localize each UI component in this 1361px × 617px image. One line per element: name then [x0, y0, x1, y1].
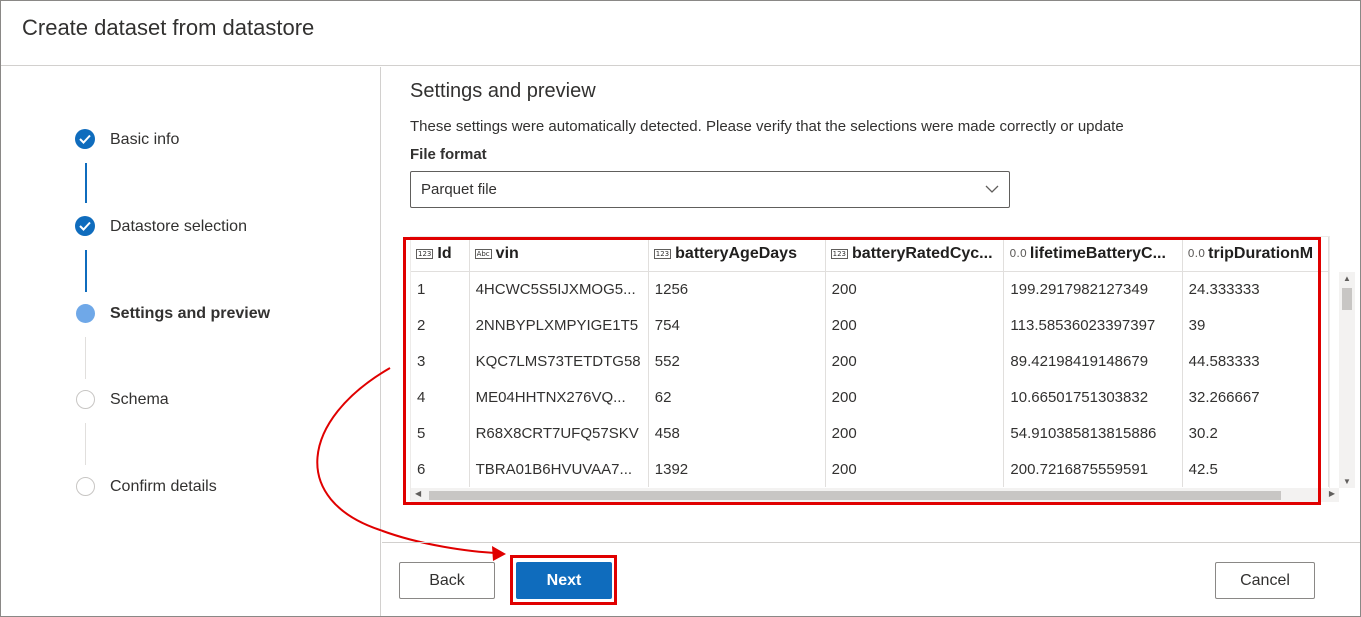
column-name: batteryAgeDays [675, 244, 797, 262]
cancel-button[interactable]: Cancel [1215, 562, 1315, 599]
table-cell: 10.66501751303832 [1003, 379, 1183, 415]
pending-step-icon [76, 390, 95, 409]
table-row[interactable]: 2 2NNBYPLXMPYIGE1T5 754 200 113.585360233973… [411, 307, 1330, 343]
step-label: Datastore selection [110, 218, 247, 235]
table-cell: 754 [648, 307, 826, 343]
step-connector [85, 163, 87, 203]
scrollbar-thumb[interactable] [429, 491, 1281, 500]
table-row[interactable]: 5 R68X8CRT7UFQ57SKV 458 200 54.9103858138158… [411, 415, 1330, 451]
settings-panel: Settings and preview These settings were… [382, 67, 1360, 542]
step-label: Basic info [110, 131, 180, 148]
table-cell: 200 [825, 451, 1005, 487]
table-row[interactable]: 6 TBRA01B6HVUVAA7... 1392 200 200.7216875559… [411, 451, 1330, 487]
column-header-vin[interactable]: Abc vin [469, 237, 649, 272]
check-icon [75, 216, 95, 236]
column-name: batteryRatedCyc... [852, 244, 993, 262]
file-format-value: Parquet file [421, 181, 497, 198]
column-header-id[interactable]: 123 Id [411, 237, 470, 272]
dialog-header: Create dataset from datastore [1, 1, 1360, 66]
current-step-icon [76, 304, 95, 323]
table-cell: 200 [825, 343, 1005, 379]
step-label: Settings and preview [110, 305, 271, 322]
scrollbar-thumb[interactable] [1342, 288, 1352, 310]
table-cell: 4 [411, 379, 470, 415]
table-row[interactable]: 1 4HCWC5S5IJXMOG5... 1256 200 199.2917982127… [411, 271, 1330, 307]
column-header-battery-age-days[interactable]: 123 batteryAgeDays [648, 237, 826, 272]
table-cell: 6 [411, 451, 470, 487]
table-cell: KQC7LMS73TETDTG58 [469, 343, 649, 379]
step-connector [85, 337, 86, 379]
table-cell: 3 [411, 343, 470, 379]
table-cell: TBRA01B6HVUVAA7... [469, 451, 649, 487]
table-cell: 2 [411, 307, 470, 343]
file-format-label: File format [410, 146, 487, 163]
scroll-left-icon[interactable]: ◀ [415, 489, 421, 498]
table-cell: 200 [825, 415, 1005, 451]
table-cell: 1 [411, 271, 470, 307]
preview-table: 123 Id Abc vin 123 batteryAgeDays 123 batter… [411, 237, 1330, 487]
data-preview-grid[interactable]: 123 Id Abc vin 123 batteryAgeDays 123 batter… [410, 236, 1355, 502]
decimal-type-icon: 0.0 [1009, 246, 1027, 260]
dialog-title: Create dataset from datastore [22, 15, 315, 40]
table-cell: 2NNBYPLXMPYIGE1T5 [469, 307, 649, 343]
table-cell: 30.2 [1182, 415, 1330, 451]
table-cell: 200.7216875559591 [1003, 451, 1183, 487]
back-button[interactable]: Back [399, 562, 495, 599]
column-name: vin [495, 244, 519, 262]
table-cell: 5 [411, 415, 470, 451]
wizard-stepper: Basic info Datastore selection Settings … [1, 67, 381, 616]
step-label: Confirm details [110, 478, 217, 495]
pending-step-icon [76, 477, 95, 496]
vertical-scrollbar[interactable]: ▲ ▼ [1339, 272, 1355, 488]
next-button[interactable]: Next [516, 562, 612, 599]
table-cell: 200 [825, 271, 1005, 307]
table-cell: 54.910385813815886 [1003, 415, 1183, 451]
table-cell: 458 [648, 415, 826, 451]
table-cell: 1392 [648, 451, 826, 487]
section-title: Settings and preview [410, 80, 596, 102]
table-row[interactable]: 4 ME04HHTNX276VQ... 62 200 10.66501751303832… [411, 379, 1330, 415]
table-cell: 39 [1182, 307, 1330, 343]
table-row[interactable]: 3 KQC7LMS73TETDTG58 552 200 89.4219841914867… [411, 343, 1330, 379]
table-cell: 42.5 [1182, 451, 1330, 487]
column-name: tripDurationM [1208, 244, 1314, 262]
table-cell: ME04HHTNX276VQ... [469, 379, 649, 415]
chevron-down-icon [985, 185, 999, 193]
table-cell: R68X8CRT7UFQ57SKV [469, 415, 649, 451]
scroll-down-icon[interactable]: ▼ [1343, 477, 1351, 486]
step-connector [85, 250, 87, 292]
column-header-lifetime-battery[interactable]: 0.0 lifetimeBatteryC... [1003, 237, 1183, 272]
numeric-type-icon: 123 [653, 248, 672, 259]
numeric-type-icon: 123 [416, 248, 434, 259]
table-header-row: 123 Id Abc vin 123 batteryAgeDays 123 batter… [411, 237, 1330, 272]
table-cell: 62 [648, 379, 826, 415]
step-label: Schema [110, 391, 169, 408]
table-cell: 199.2917982127349 [1003, 271, 1183, 307]
column-name: lifetimeBatteryC... [1029, 244, 1166, 262]
column-header-battery-rated-cycles[interactable]: 123 batteryRatedCyc... [825, 237, 1005, 272]
scroll-right-icon[interactable]: ▶ [1329, 489, 1335, 498]
column-header-trip-duration[interactable]: 0.0 tripDurationM [1182, 237, 1330, 272]
table-cell: 200 [825, 307, 1005, 343]
step-connector [85, 423, 86, 465]
file-format-dropdown[interactable]: Parquet file [410, 171, 1010, 208]
table-cell: 32.266667 [1182, 379, 1330, 415]
horizontal-scrollbar[interactable]: ◀ ▶ [411, 488, 1339, 502]
check-icon [75, 129, 95, 149]
section-description: These settings were automatically detect… [410, 118, 1124, 135]
table-cell: 24.333333 [1182, 271, 1330, 307]
table-cell: 4HCWC5S5IJXMOG5... [469, 271, 649, 307]
column-name: Id [437, 244, 452, 262]
table-cell: 44.583333 [1182, 343, 1330, 379]
dialog-footer: Back Next Cancel [382, 542, 1360, 616]
table-cell: 552 [648, 343, 826, 379]
table-cell: 113.58536023397397 [1003, 307, 1183, 343]
table-cell: 200 [825, 379, 1005, 415]
numeric-type-icon: 123 [830, 248, 849, 259]
table-cell: 89.42198419148679 [1003, 343, 1183, 379]
decimal-type-icon: 0.0 [1187, 246, 1206, 260]
scroll-up-icon[interactable]: ▲ [1343, 274, 1351, 283]
table-cell: 1256 [648, 271, 826, 307]
text-type-icon: Abc [474, 248, 492, 259]
